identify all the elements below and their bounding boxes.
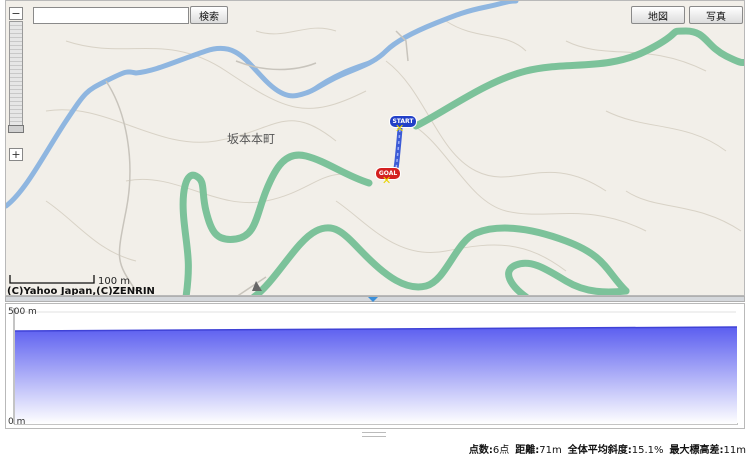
town-label: 坂本本町 bbox=[227, 132, 276, 146]
map-panel[interactable]: START ✕ GOAL ✕ 坂本本町 − + 検索 地図 写真 100 m (… bbox=[5, 0, 745, 296]
river bbox=[6, 1, 519, 209]
distance-value: 71m bbox=[539, 445, 562, 456]
zoom-in-button[interactable]: + bbox=[9, 148, 23, 161]
profile-chart bbox=[13, 308, 738, 425]
search-button[interactable]: 検索 bbox=[190, 6, 228, 24]
elevation-diff-value: 11m bbox=[723, 445, 746, 456]
route-summary: 点数:6点 距離:71m 全体平均斜度:15.1% 最大標高差:11m bbox=[469, 441, 746, 456]
map-canvas[interactable] bbox=[6, 1, 745, 296]
zoom-track[interactable] bbox=[9, 21, 23, 133]
scale-bar bbox=[9, 275, 95, 284]
elevation-profile: 500 m 0 m bbox=[5, 303, 745, 429]
search-input[interactable] bbox=[33, 7, 189, 24]
points-label: 点数: bbox=[468, 445, 493, 456]
start-x-icon: ✕ bbox=[395, 122, 405, 135]
slope-label: 全体平均斜度: bbox=[567, 445, 632, 456]
y-max-label: 500 m bbox=[8, 307, 37, 317]
elevation-diff-label: 最大標高差: bbox=[669, 445, 724, 456]
zoom-out-button[interactable]: − bbox=[9, 7, 23, 20]
zoom-control[interactable]: − + bbox=[8, 7, 25, 161]
slope-value: 15.1% bbox=[631, 445, 664, 456]
copyright-text: (C)Yahoo Japan,(C)ZENRIN bbox=[7, 286, 155, 296]
points-value: 6点 bbox=[492, 445, 510, 456]
y-min-label: 0 m bbox=[8, 417, 26, 427]
elevation-area bbox=[15, 327, 737, 424]
distance-label: 距離: bbox=[515, 445, 540, 456]
resize-grip[interactable] bbox=[362, 432, 386, 437]
zoom-handle[interactable] bbox=[8, 125, 24, 133]
collapse-arrow-icon[interactable] bbox=[368, 297, 378, 302]
goal-x-icon: ✕ bbox=[382, 174, 392, 187]
photo-view-button[interactable]: 写真 bbox=[689, 6, 743, 24]
map-view-button[interactable]: 地図 bbox=[631, 6, 685, 24]
